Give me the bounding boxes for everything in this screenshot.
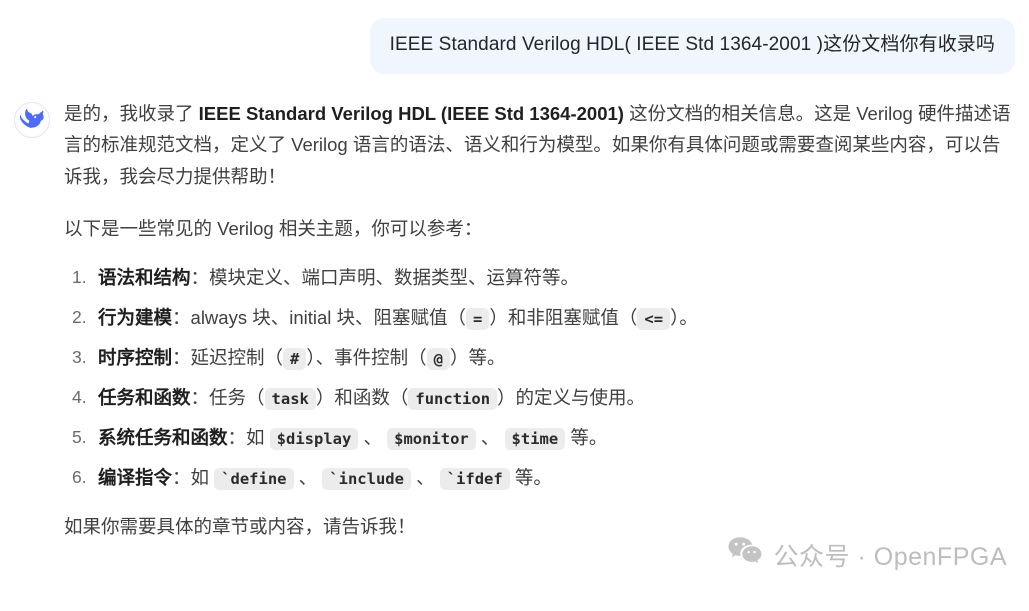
answer-closing: 如果你需要具体的章节或内容，请告诉我！ xyxy=(64,515,416,537)
assistant-turn: 是的，我收录了 IEEE Standard Verilog HDL (IEEE … xyxy=(0,74,1029,563)
topic-text: 任务（ xyxy=(209,386,265,408)
code-chip[interactable]: `include xyxy=(322,467,411,490)
topic-separator: ： xyxy=(172,466,191,488)
topic-term: 编译指令 xyxy=(98,466,173,488)
topic-term: 行为建模 xyxy=(98,306,173,328)
code-chip[interactable]: $monitor xyxy=(387,427,476,450)
topic-text: ）、事件控制（ xyxy=(306,346,427,368)
topic-text: 、 xyxy=(358,426,388,448)
answer-paragraph-2: 以下是一些常见的 Verilog 相关主题，你可以参考： xyxy=(64,217,483,239)
answer-p1-part1: 是的，我收录了 xyxy=(64,102,199,124)
assistant-avatar xyxy=(14,101,50,138)
topic-text: 等。 xyxy=(509,466,552,488)
answer-paragraph-1: 是的，我收录了 IEEE Standard Verilog HDL (IEEE … xyxy=(64,98,1014,193)
topic-text: 、 xyxy=(475,426,505,448)
topic-separator: ： xyxy=(190,266,210,288)
topic-separator: ： xyxy=(172,306,191,328)
code-chip[interactable]: `ifdef xyxy=(439,467,510,490)
topic-text: 、 xyxy=(410,466,440,488)
topic-text: 、 xyxy=(293,466,323,488)
deepseek-whale-icon xyxy=(20,108,44,132)
topic-item: 系统任务和函数：如 $display 、 $monitor 、 $time 等。 xyxy=(72,423,1014,453)
topic-text: ）等。 xyxy=(450,346,506,368)
code-chip[interactable]: `define xyxy=(214,467,294,490)
topic-item: 行为建模：always 块、initial 块、阻塞赋值（ = ）和非阻塞赋值（ <=… xyxy=(72,303,1014,333)
topic-separator: ： xyxy=(227,426,247,448)
code-chip[interactable]: $time xyxy=(504,427,566,450)
topic-text: ）。 xyxy=(670,306,698,328)
chat-conversation: IEEE Standard Verilog HDL( IEEE Std 1364… xyxy=(0,0,1029,611)
code-chip[interactable]: function xyxy=(408,387,498,410)
assistant-answer: 是的，我收录了 IEEE Standard Verilog HDL (IEEE … xyxy=(64,98,1014,563)
answer-p1-bold: IEEE Standard Verilog HDL (IEEE Std 1364… xyxy=(198,102,624,124)
topic-term: 任务和函数 xyxy=(98,386,191,408)
code-chip[interactable]: = xyxy=(466,307,490,330)
topic-item: 语法和结构：模块定义、端口声明、数据类型、运算符等。 xyxy=(72,263,1014,293)
topic-term: 系统任务和函数 xyxy=(98,426,228,448)
topic-text: ）和函数（ xyxy=(315,386,409,408)
code-chip[interactable]: task xyxy=(264,387,316,410)
code-chip[interactable]: @ xyxy=(426,347,450,370)
topic-separator: ： xyxy=(190,386,210,408)
user-message-bubble[interactable]: IEEE Standard Verilog HDL( IEEE Std 1364… xyxy=(369,18,1015,74)
topic-item: 时序控制：延迟控制（ # ）、事件控制（ @ ）等。 xyxy=(72,343,1014,373)
code-chip[interactable]: # xyxy=(283,347,307,370)
topic-text: 模块定义、端口声明、数据类型、运算符等。 xyxy=(209,266,580,288)
topic-text: ）的定义与使用。 xyxy=(497,386,646,408)
topic-text: 如 xyxy=(190,466,215,488)
topic-text: 如 xyxy=(246,426,270,448)
topic-text: 延迟控制（ xyxy=(190,346,284,368)
topic-text: always 块、initial 块、阻塞赋值（ xyxy=(190,306,467,328)
topic-item: 任务和函数：任务（ task ）和函数（ function ）的定义与使用。 xyxy=(72,383,1014,413)
code-chip[interactable]: <= xyxy=(637,307,671,330)
topic-text: 等。 xyxy=(565,426,608,448)
topic-text: ）和非阻塞赋值（ xyxy=(489,306,638,328)
topic-separator: ： xyxy=(172,346,191,368)
topic-item: 编译指令：如 `define 、 `include 、 `ifdef 等。 xyxy=(72,463,1014,493)
topic-term: 时序控制 xyxy=(98,346,173,368)
code-chip[interactable]: $display xyxy=(269,427,359,450)
topic-term: 语法和结构 xyxy=(98,266,191,288)
user-turn: IEEE Standard Verilog HDL( IEEE Std 1364… xyxy=(0,0,1029,74)
topics-list: 语法和结构：模块定义、端口声明、数据类型、运算符等。 行为建模：always 块、… xyxy=(64,263,1014,493)
